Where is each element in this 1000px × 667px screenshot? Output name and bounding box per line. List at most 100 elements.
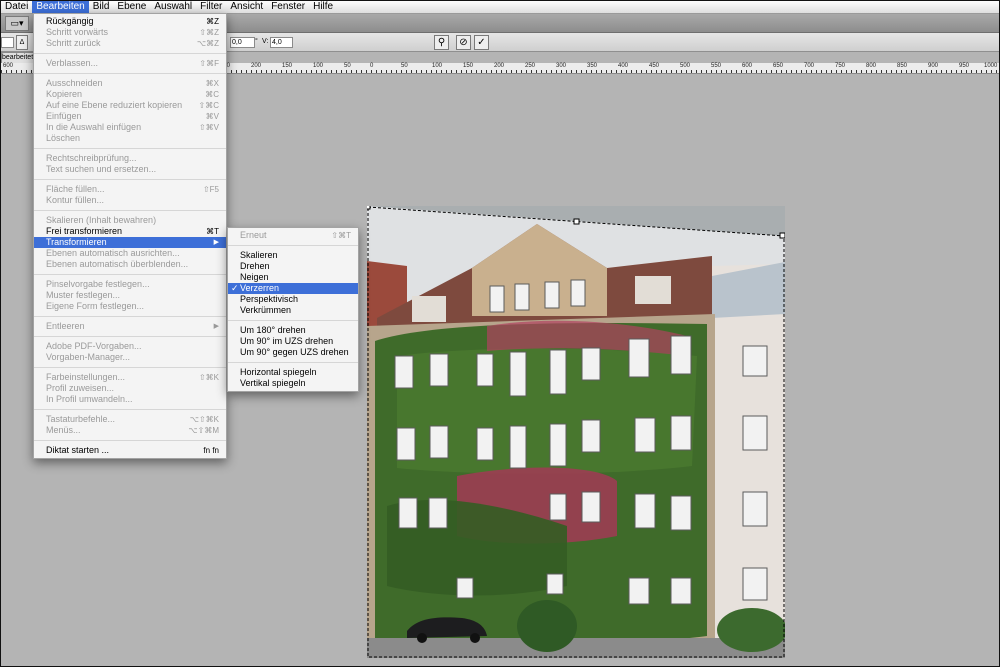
edit-menu: Rückgängig ⌘Z Schritt vorwärts ⇧⌘Z Schritt… bbox=[33, 13, 227, 459]
menu-item-rotate-180[interactable]: Um 180° drehen bbox=[228, 325, 358, 336]
menu-item-cut[interactable]: Ausschneiden ⌘X bbox=[34, 78, 226, 89]
menu-item-color-settings[interactable]: Farbeinstellungen... ⇧⌘K bbox=[34, 372, 226, 383]
menu-item-content-aware-scale[interactable]: Skalieren (Inhalt bewahren) bbox=[34, 215, 226, 226]
menu-item-stroke[interactable]: Kontur füllen... bbox=[34, 195, 226, 206]
menu-item-free-transform[interactable]: Frei transformieren ⌘T bbox=[34, 226, 226, 237]
h-skew-field[interactable]: 0,0 bbox=[230, 37, 255, 48]
ruler-label: 0 bbox=[370, 63, 374, 69]
menu-item-perspective[interactable]: Perspektivisch bbox=[228, 294, 358, 305]
ruler-label: 50 bbox=[344, 63, 351, 69]
menu-edit[interactable]: Bearbeiten bbox=[32, 1, 89, 13]
menu-item-define-pattern[interactable]: Muster festlegen... bbox=[34, 290, 226, 301]
menu-item-preset-manager[interactable]: Vorgaben-Manager... bbox=[34, 352, 226, 363]
ruler-label: 550 bbox=[711, 63, 722, 69]
menu-item-define-brush[interactable]: Pinselvorgabe festlegen... bbox=[34, 279, 226, 290]
marquee-tool-icon[interactable]: ▭▾ bbox=[5, 16, 29, 31]
menu-item-dictation[interactable]: Diktat starten ... fn fn bbox=[34, 445, 226, 456]
ruler-label: 200 bbox=[251, 63, 262, 69]
ruler-label: 100 bbox=[313, 63, 324, 69]
menu-item-paste[interactable]: Einfügen ⌘V bbox=[34, 111, 226, 122]
ruler-label: 950 bbox=[959, 63, 970, 69]
commit-icon[interactable]: ✓ bbox=[474, 35, 489, 50]
submenu-arrow-icon: ▶ bbox=[213, 239, 219, 246]
menu-item-flip-vertical[interactable]: Vertikal spiegeln bbox=[228, 378, 358, 389]
menu-separator bbox=[228, 362, 358, 363]
menu-item-keyboard-shortcuts[interactable]: Tastaturbefehle... ⌥⇧⌘K bbox=[34, 414, 226, 425]
menu-item-copy-merged[interactable]: Auf eine Ebene reduziert kopieren ⇧⌘C bbox=[34, 100, 226, 111]
menu-item-menus[interactable]: Menüs... ⌥⇧⌘M bbox=[34, 425, 226, 436]
v-skew-field[interactable]: 4,0 bbox=[270, 37, 293, 48]
menu-item-skew[interactable]: Neigen bbox=[228, 272, 358, 283]
menu-separator bbox=[34, 274, 226, 275]
menu-item-undo[interactable]: Rückgängig ⌘Z bbox=[34, 16, 226, 27]
menu-item-step-back[interactable]: Schritt zurück ⌥⌘Z bbox=[34, 38, 226, 49]
ruler-label: 400 bbox=[618, 63, 629, 69]
menu-separator bbox=[34, 210, 226, 211]
ruler-label: 800 bbox=[866, 63, 877, 69]
ruler-label: 150 bbox=[282, 63, 293, 69]
menu-item-rotate-cw[interactable]: Um 90° im UZS drehen bbox=[228, 336, 358, 347]
menu-item-transform[interactable]: Transformieren ▶ bbox=[34, 237, 226, 248]
menu-filter[interactable]: Filter bbox=[196, 1, 226, 13]
menu-item-auto-align[interactable]: Ebenen automatisch ausrichten... bbox=[34, 248, 226, 259]
menu-item-fill[interactable]: Fläche füllen... ⇧F5 bbox=[34, 184, 226, 195]
menu-item-convert-profile[interactable]: In Profil umwandeln... bbox=[34, 394, 226, 405]
menu-separator bbox=[34, 53, 226, 54]
checkmark-icon: ✓ bbox=[231, 283, 239, 293]
menu-item-flip-horizontal[interactable]: Horizontal spiegeln bbox=[228, 367, 358, 378]
menu-window[interactable]: Fenster bbox=[267, 1, 309, 13]
delta-icon[interactable]: Δ bbox=[16, 35, 28, 50]
menu-item-again[interactable]: Erneut ⇧⌘T bbox=[228, 230, 358, 241]
shortcut: ⌘Z bbox=[206, 17, 219, 26]
ruler-label: 600 bbox=[742, 63, 753, 69]
menu-item-copy[interactable]: Kopieren ⌘C bbox=[34, 89, 226, 100]
menu-item-rotate[interactable]: Drehen bbox=[228, 261, 358, 272]
ruler-label: 850 bbox=[897, 63, 908, 69]
ruler-label: 750 bbox=[835, 63, 846, 69]
cancel-icon[interactable]: ⊘ bbox=[456, 35, 471, 50]
menu-select[interactable]: Auswahl bbox=[150, 1, 196, 13]
menu-item-find-replace[interactable]: Text suchen und ersetzen... bbox=[34, 164, 226, 175]
v-skew-label: V: bbox=[262, 38, 269, 45]
menu-separator bbox=[34, 148, 226, 149]
ruler-label: 600 bbox=[3, 63, 14, 69]
ruler-label: 450 bbox=[649, 63, 660, 69]
menu-view[interactable]: Ansicht bbox=[226, 1, 267, 13]
menu-item-distort[interactable]: ✓ Verzerren bbox=[228, 283, 358, 294]
menu-item-auto-blend[interactable]: Ebenen automatisch überblenden... bbox=[34, 259, 226, 270]
menu-item-step-forward[interactable]: Schritt vorwärts ⇧⌘Z bbox=[34, 27, 226, 38]
menu-item-assign-profile[interactable]: Profil zuweisen... bbox=[34, 383, 226, 394]
menu-separator bbox=[34, 367, 226, 368]
menu-separator bbox=[228, 320, 358, 321]
menu-item-rotate-ccw[interactable]: Um 90° gegen UZS drehen bbox=[228, 347, 358, 358]
submenu-arrow-icon: ▶ bbox=[213, 323, 219, 330]
menu-item-fade[interactable]: Verblassen... ⇧⌘F bbox=[34, 58, 226, 69]
menu-separator bbox=[34, 440, 226, 441]
ruler-label: 650 bbox=[773, 63, 784, 69]
ruler-label: 150 bbox=[463, 63, 474, 69]
ruler-label: 250 bbox=[525, 63, 536, 69]
menu-item-scale[interactable]: Skalieren bbox=[228, 250, 358, 261]
menu-layer[interactable]: Ebene bbox=[113, 1, 150, 13]
menu-item-define-shape[interactable]: Eigene Form festlegen... bbox=[34, 301, 226, 312]
reference-point-field[interactable] bbox=[1, 37, 14, 48]
transform-submenu: Erneut ⇧⌘T Skalieren Drehen Neigen ✓ Verze… bbox=[227, 227, 359, 392]
menu-separator bbox=[34, 316, 226, 317]
menu-image[interactable]: Bild bbox=[89, 1, 114, 13]
ruler-label: 300 bbox=[556, 63, 567, 69]
menu-item-clear[interactable]: Löschen bbox=[34, 133, 226, 144]
menu-item-pdf-presets[interactable]: Adobe PDF-Vorgaben... bbox=[34, 341, 226, 352]
document-image[interactable] bbox=[367, 206, 785, 658]
menu-item-paste-into[interactable]: In die Auswahl einfügen ⇧⌘V bbox=[34, 122, 226, 133]
menu-item-purge[interactable]: Entleeren ▶ bbox=[34, 321, 226, 332]
degree-label: ° bbox=[255, 38, 258, 45]
building-photo bbox=[367, 206, 785, 658]
ruler-label: 200 bbox=[494, 63, 505, 69]
warp-toggle-icon[interactable]: ⚲ bbox=[434, 35, 449, 50]
menu-file[interactable]: Datei bbox=[1, 1, 32, 13]
menu-separator bbox=[34, 73, 226, 74]
menu-item-spellcheck[interactable]: Rechtschreibprüfung... bbox=[34, 153, 226, 164]
menu-help[interactable]: Hilfe bbox=[309, 1, 337, 13]
ruler-label: 500 bbox=[680, 63, 691, 69]
menu-item-warp[interactable]: Verkrümmen bbox=[228, 305, 358, 316]
